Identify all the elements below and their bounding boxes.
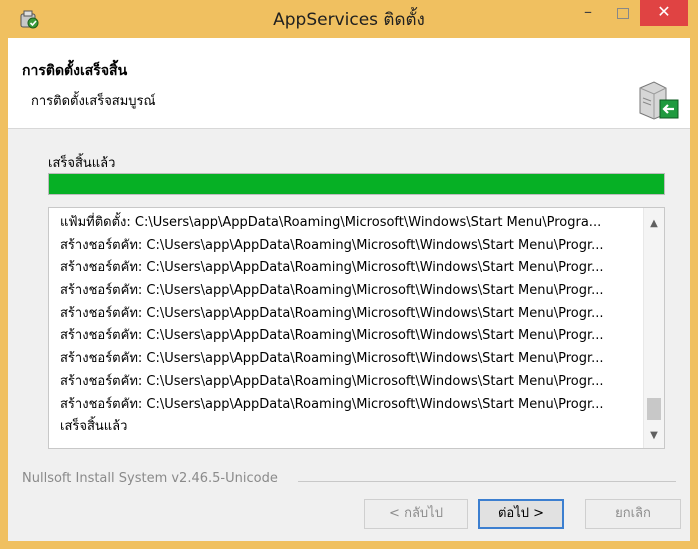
log-line: สร้างชอร์ตคัท: C:\Users\app\AppData\Roam…	[60, 283, 604, 299]
scroll-thumb[interactable]	[647, 398, 661, 420]
log-line: สร้างชอร์ตคัท: C:\Users\app\AppData\Roam…	[60, 328, 604, 344]
log-line: สร้างชอร์ตคัท: C:\Users\app\AppData\Roam…	[60, 237, 604, 253]
page-subtitle: การติดตั้งเสร็จสมบูรณ์	[31, 94, 156, 109]
log-line: สร้างชอร์ตคัท: C:\Users\app\AppData\Roam…	[60, 260, 604, 276]
log-scrollbar[interactable]: ▲ ▼	[643, 208, 664, 448]
title-bar[interactable]: AppServices ติดตั้ง – ✕	[0, 0, 698, 38]
installer-client-area: การติดตั้งเสร็จสิ้น การติดตั้งเสร็จสมบูร…	[8, 38, 690, 541]
cancel-button[interactable]: ยกเลิก	[585, 499, 681, 529]
close-button[interactable]: ✕	[640, 0, 688, 26]
installer-window: AppServices ติดตั้ง – ✕ การติดตั้งเสร็จส…	[0, 0, 698, 549]
install-log[interactable]: แฟ้มที่ติดตั้ง: C:\Users\app\AppData\Roa…	[48, 207, 665, 449]
computer-install-icon	[639, 81, 679, 120]
scroll-down-icon[interactable]: ▼	[644, 426, 664, 446]
progress-fill	[49, 174, 664, 194]
log-line: สร้างชอร์ตคัท: C:\Users\app\AppData\Roam…	[60, 305, 604, 321]
footer-divider	[298, 481, 676, 482]
maximize-icon	[617, 8, 629, 19]
log-line: สร้างชอร์ตคัท: C:\Users\app\AppData\Roam…	[60, 351, 604, 367]
minimize-button[interactable]: –	[573, 0, 603, 26]
installer-brand: Nullsoft Install System v2.46.5-Unicode	[22, 471, 278, 486]
log-line: เสร็จสิ้นแล้ว	[60, 419, 128, 435]
maximize-button[interactable]	[608, 0, 638, 26]
log-lines: แฟ้มที่ติดตั้ง: C:\Users\app\AppData\Roa…	[60, 212, 640, 439]
page-title: การติดตั้งเสร็จสิ้น	[22, 63, 128, 79]
log-line: แฟ้มที่ติดตั้ง: C:\Users\app\AppData\Roa…	[60, 215, 602, 230]
progress-status: เสร็จสิ้นแล้ว	[48, 156, 116, 171]
progress-bar	[48, 173, 665, 195]
scroll-up-icon[interactable]: ▲	[644, 214, 664, 234]
page-header: การติดตั้งเสร็จสิ้น การติดตั้งเสร็จสมบูร…	[8, 38, 690, 129]
log-line: สร้างชอร์ตคัท: C:\Users\app\AppData\Roam…	[60, 396, 604, 412]
back-button[interactable]: < กลับไป	[364, 499, 468, 529]
log-line: สร้างชอร์ตคัท: C:\Users\app\AppData\Roam…	[60, 373, 604, 389]
next-button[interactable]: ต่อไป >	[478, 499, 564, 529]
